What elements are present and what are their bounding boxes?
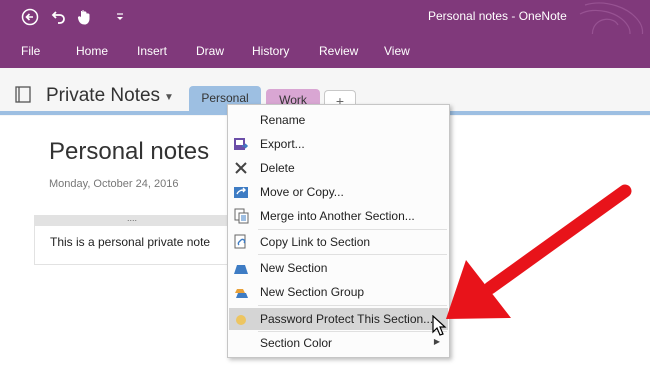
- mouse-cursor-icon: [432, 315, 447, 336]
- menu-separator: [258, 305, 447, 306]
- touch-mode-icon[interactable]: [73, 0, 97, 34]
- menu-item-label: Move or Copy...: [260, 185, 344, 199]
- menu-item-section-color[interactable]: Section Color ▶: [229, 332, 448, 354]
- new-section-group-icon: [235, 289, 248, 298]
- menu-item-label: Password Protect This Section...: [260, 312, 434, 326]
- link-icon: [234, 234, 246, 249]
- menu-item-label: Export...: [260, 137, 305, 151]
- merge-icon: [234, 208, 249, 224]
- menu-separator: [258, 229, 447, 230]
- tab-review[interactable]: Review: [319, 44, 358, 58]
- menu-item-password-protect[interactable]: Password Protect This Section...: [229, 308, 448, 330]
- back-icon[interactable]: [18, 0, 42, 34]
- menu-item-label: Copy Link to Section: [260, 235, 371, 249]
- menu-item-merge[interactable]: Merge into Another Section...: [229, 205, 448, 227]
- new-section-icon: [234, 265, 248, 274]
- menu-item-label: Section Color: [260, 336, 333, 350]
- menu-item-label: Rename: [260, 113, 306, 127]
- menu-item-rename[interactable]: Rename: [229, 109, 448, 131]
- page-title[interactable]: Personal notes: [49, 138, 209, 166]
- tab-draw[interactable]: Draw: [196, 44, 224, 58]
- customize-toolbar-icon[interactable]: [108, 0, 132, 34]
- tab-insert[interactable]: Insert: [137, 44, 167, 58]
- window-title: Personal notes - OneNote: [428, 9, 567, 23]
- menu-item-export[interactable]: Export...: [229, 133, 448, 155]
- menu-item-new-section-group[interactable]: New Section Group: [229, 281, 448, 303]
- menu-item-new-section[interactable]: New Section: [229, 257, 448, 279]
- menu-item-copy-link[interactable]: Copy Link to Section: [229, 231, 448, 253]
- submenu-arrow-icon: ▶: [433, 337, 440, 346]
- page-date: Monday, October 24, 2016: [49, 178, 179, 190]
- menu-item-label: Delete: [260, 161, 295, 175]
- menu-item-label: New Section Group: [260, 285, 365, 299]
- tab-view[interactable]: View: [384, 44, 410, 58]
- tab-home[interactable]: Home: [76, 44, 108, 58]
- tab-history[interactable]: History: [252, 44, 289, 58]
- ribbon-tabs: File Home Insert Draw History Review Vie…: [0, 34, 650, 68]
- menu-item-move-copy[interactable]: Move or Copy...: [229, 181, 448, 203]
- note-container-handle[interactable]: ....: [34, 214, 230, 225]
- menu-item-label: Merge into Another Section...: [260, 209, 415, 223]
- export-icon: [234, 138, 249, 150]
- note-container[interactable]: This is a personal private note: [34, 225, 231, 265]
- rename-icon: [233, 112, 249, 128]
- section-context-menu: Rename Export... Delete Move or Copy... …: [227, 104, 450, 358]
- move-copy-icon: [234, 187, 248, 198]
- menu-item-label: New Section: [260, 261, 328, 275]
- lock-icon: [236, 315, 246, 325]
- delete-icon: [235, 162, 247, 174]
- chevron-down-icon[interactable]: ▼: [164, 92, 174, 103]
- tab-file[interactable]: File: [21, 44, 40, 58]
- menu-item-delete[interactable]: Delete: [229, 157, 448, 179]
- note-text[interactable]: This is a personal private note: [50, 235, 210, 249]
- undo-icon[interactable]: [47, 0, 71, 34]
- notebook-icon: [15, 86, 31, 103]
- notebook-name[interactable]: Private Notes: [46, 85, 160, 107]
- menu-separator: [258, 254, 447, 255]
- title-bar: Personal notes - OneNote: [0, 0, 650, 62]
